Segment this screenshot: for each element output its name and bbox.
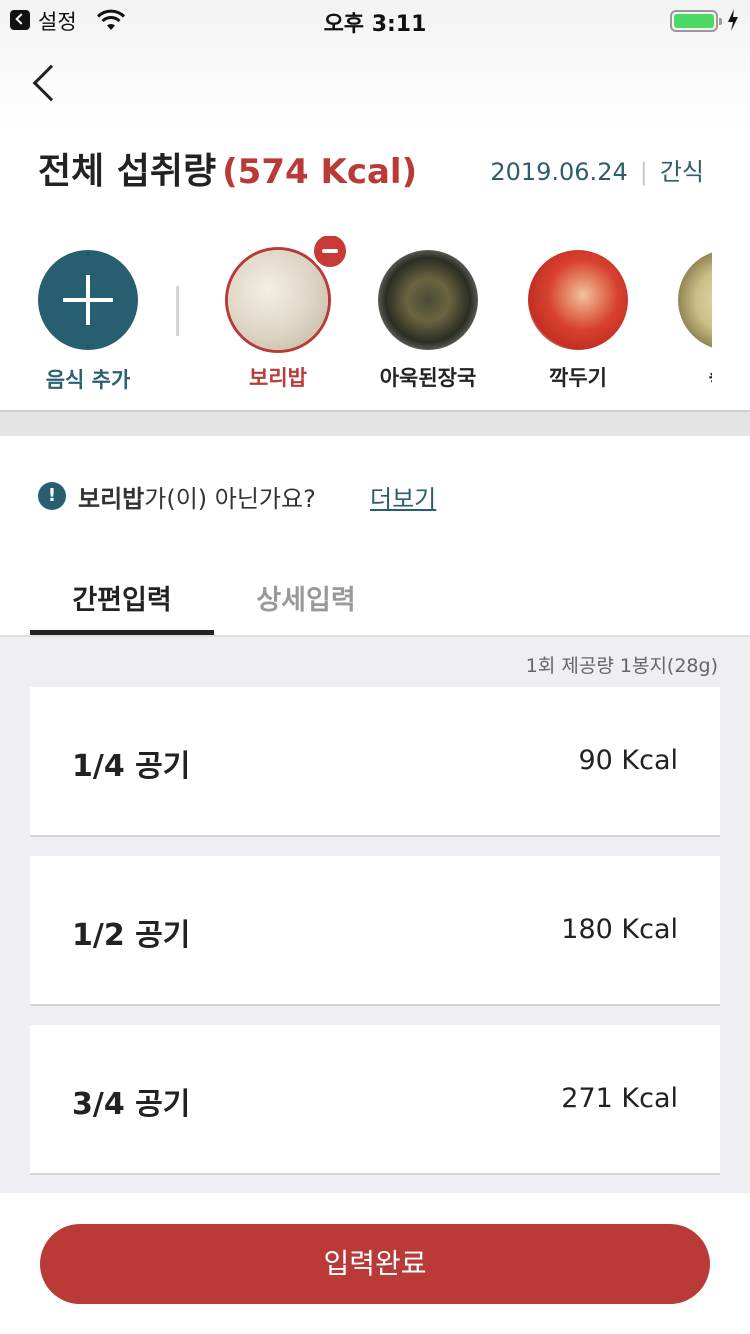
mallow-soybean-soup-photo[interactable] [378,250,478,350]
barley-rice-photo[interactable] [228,250,328,350]
remove-food-button[interactable] [311,236,349,270]
submit-button[interactable]: 입력완료 [40,1224,710,1304]
food-item-label: 숙주 [653,362,712,392]
food-item-bean-sprouts[interactable]: 숙주 [653,250,712,400]
portion-list: 1회 제공량 1봉지(28g) 1/4 공기 90 Kcal 1/2 공기 18… [0,637,750,1193]
total-kcal: (574 Kcal) [222,152,418,192]
chevron-left-icon [32,64,70,102]
section-divider [0,410,750,436]
portion-label: 1/4 공기 [72,749,191,784]
portion-option[interactable]: 1/4 공기 90 Kcal [30,687,720,837]
food-strip: 음식 추가 보리밥 아욱된장국 깍두기 숙주 [0,236,712,406]
food-item-mallow-soup[interactable]: 아욱된장국 [353,250,503,400]
page-title: 전체 섭취량 (574 Kcal) [38,142,417,194]
notice-food-name: 보리밥 [78,485,145,513]
active-tab-indicator [30,630,214,635]
more-link[interactable]: 더보기 [370,479,436,514]
add-food-button[interactable] [38,250,138,350]
title-text: 전체 섭취량 [38,151,217,192]
meal-type[interactable]: 간식 [660,158,704,186]
tab-detailed-input[interactable]: 상세입력 [214,578,398,617]
status-time: 오후 3:11 [323,12,427,37]
charging-icon [728,9,738,31]
portion-option[interactable]: 3/4 공기 271 Kcal [30,1025,720,1175]
food-item-label: 보리밥 [249,366,307,390]
portion-option[interactable]: 1/2 공기 180 Kcal [30,856,720,1006]
bean-sprouts-photo[interactable] [678,250,712,350]
portion-kcal: 180 Kcal [561,914,678,945]
strip-divider [176,286,179,336]
radish-kimchi-photo[interactable] [528,250,628,350]
separator: | [639,158,648,186]
food-item-barley-rice[interactable]: 보리밥 [203,236,353,400]
date-meal-info[interactable]: 2019.06.24 | 간식 [490,152,704,187]
add-food-label[interactable]: 음식 추가 [28,364,148,394]
notice-question: 가(이) 아닌가요? [144,485,316,513]
food-item-radish-kimchi[interactable]: 깍두기 [503,250,653,400]
tab-simple-input[interactable]: 간편입력 [30,578,214,617]
portion-kcal: 271 Kcal [561,1083,678,1114]
food-item-label: 깍두기 [549,366,607,390]
portion-kcal: 90 Kcal [578,745,678,776]
serving-size-info: 1회 제공량 1봉지(28g) [525,655,718,677]
status-bar: 설정 오후 3:11 [0,0,750,40]
battery-icon [670,10,722,32]
portion-label: 3/4 공기 [72,1087,191,1122]
food-item-label: 아욱된장국 [379,366,477,390]
alert-icon: ! [38,482,66,510]
input-mode-tabs: 간편입력 상세입력 [0,560,750,637]
back-button[interactable] [24,60,70,108]
footer: 입력완료 [0,1193,750,1334]
notice-text: 보리밥가(이) 아닌가요? [78,479,316,514]
meal-date[interactable]: 2019.06.24 [490,158,627,186]
portion-label: 1/2 공기 [72,918,191,953]
